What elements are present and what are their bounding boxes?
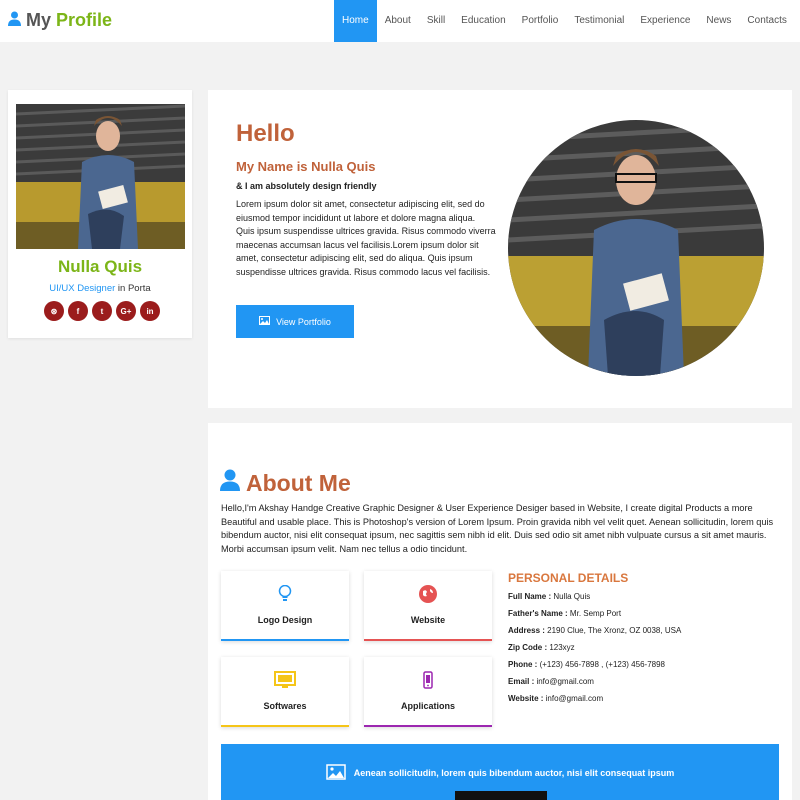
banner-text-row: Aenean sollicitudin, lorem quis bibendum…	[221, 764, 779, 782]
nav-contacts[interactable]: Contacts	[739, 0, 794, 42]
service-label: Website	[410, 615, 446, 625]
service-label: Logo Design	[257, 615, 313, 625]
nav-skill[interactable]: Skill	[419, 0, 453, 42]
cta-banner: Aenean sollicitudin, lorem quis bibendum…	[221, 744, 779, 800]
profile-location: in Porta	[115, 283, 151, 294]
social-links: ⊛ f t G+ in	[42, 301, 162, 321]
nav-experience[interactable]: Experience	[632, 0, 698, 42]
nav-home[interactable]: Home	[334, 0, 377, 42]
service-card-softwares[interactable]: Softwares	[221, 657, 349, 727]
banner-text: Aenean sollicitudin, lorem quis bibendum…	[353, 768, 675, 778]
nav-news[interactable]: News	[698, 0, 739, 42]
service-card-website[interactable]: Website	[364, 571, 492, 641]
hero-photo	[508, 120, 764, 376]
logo-my: My	[26, 10, 52, 30]
hero-section: Hello My Name is Nulla Quis & I am absol…	[208, 90, 792, 408]
service-label: Applications	[400, 701, 455, 711]
personal-details-title: PERSONAL DETAILS	[508, 571, 629, 585]
hero-intro: Lorem ipsum dolor sit amet, consectetur …	[236, 199, 496, 277]
lightbulb-icon	[221, 585, 349, 603]
about-text: Hello,I'm Akshay Handge Creative Graphic…	[221, 503, 774, 554]
main-nav: Home About Skill Education Portfolio Tes…	[334, 0, 795, 42]
monitor-icon	[221, 671, 349, 689]
profile-name: Nulla Quis	[57, 257, 143, 276]
profile-card: Nulla Quis UI/UX Designer in Porta ⊛ f t…	[8, 90, 192, 338]
view-portfolio-button[interactable]: View Portfolio	[236, 305, 354, 338]
hero-tagline: & I am absolutely design friendly	[236, 181, 377, 191]
detail-address: Address : 2190 Clue, The Xronz, OZ 0038,…	[508, 626, 682, 635]
nav-portfolio[interactable]: Portfolio	[514, 0, 567, 42]
top-header: My Profile Home About Skill Education Po…	[0, 0, 800, 42]
hero-greeting: Hello	[236, 120, 295, 147]
facebook-icon[interactable]: f	[68, 301, 88, 321]
detail-zip-code: Zip Code : 123xyz	[508, 643, 575, 652]
about-heading: About Me	[220, 469, 351, 497]
twitter-icon[interactable]: t	[92, 301, 112, 321]
globe-icon	[364, 585, 492, 603]
mobile-icon	[364, 671, 492, 689]
profile-role-line: UI/UX Designer in Porta	[8, 283, 192, 294]
detail-email: Email : info@gmail.com	[508, 677, 594, 686]
hero-name-line: My Name is Nulla Quis	[236, 159, 376, 174]
detail-phone: Phone : (+123) 456-7898 , (+123) 456-789…	[508, 660, 665, 669]
nav-education[interactable]: Education	[453, 0, 513, 42]
service-card-applications[interactable]: Applications	[364, 657, 492, 727]
image-icon	[259, 316, 271, 327]
user-icon	[8, 10, 21, 31]
image-icon	[325, 764, 346, 782]
about-section: About Me Hello,I'm Akshay Handge Creativ…	[208, 423, 792, 800]
user-icon	[220, 469, 240, 497]
detail-full-name: Full Name : Nulla Quis	[508, 592, 591, 601]
about-title: About Me	[246, 469, 351, 496]
google-plus-icon[interactable]: G+	[116, 301, 136, 321]
logo-profile: Profile	[56, 10, 113, 30]
view-portfolio-label: View Portfolio	[276, 316, 331, 327]
service-card-logo-design[interactable]: Logo Design	[221, 571, 349, 641]
site-logo[interactable]: My Profile	[8, 10, 112, 31]
detail-website: Website : info@gmail.com	[508, 694, 604, 703]
nav-testimonial[interactable]: Testimonial	[566, 0, 632, 42]
nav-about[interactable]: About	[377, 0, 419, 42]
profile-photo	[16, 104, 185, 249]
banner-button[interactable]	[455, 791, 547, 800]
detail-father-name: Father's Name : Mr. Semp Port	[508, 609, 622, 618]
rss-icon[interactable]: ⊛	[44, 301, 64, 321]
profile-role[interactable]: UI/UX Designer	[49, 283, 115, 294]
service-label: Softwares	[263, 701, 307, 711]
linkedin-icon[interactable]: in	[140, 301, 160, 321]
